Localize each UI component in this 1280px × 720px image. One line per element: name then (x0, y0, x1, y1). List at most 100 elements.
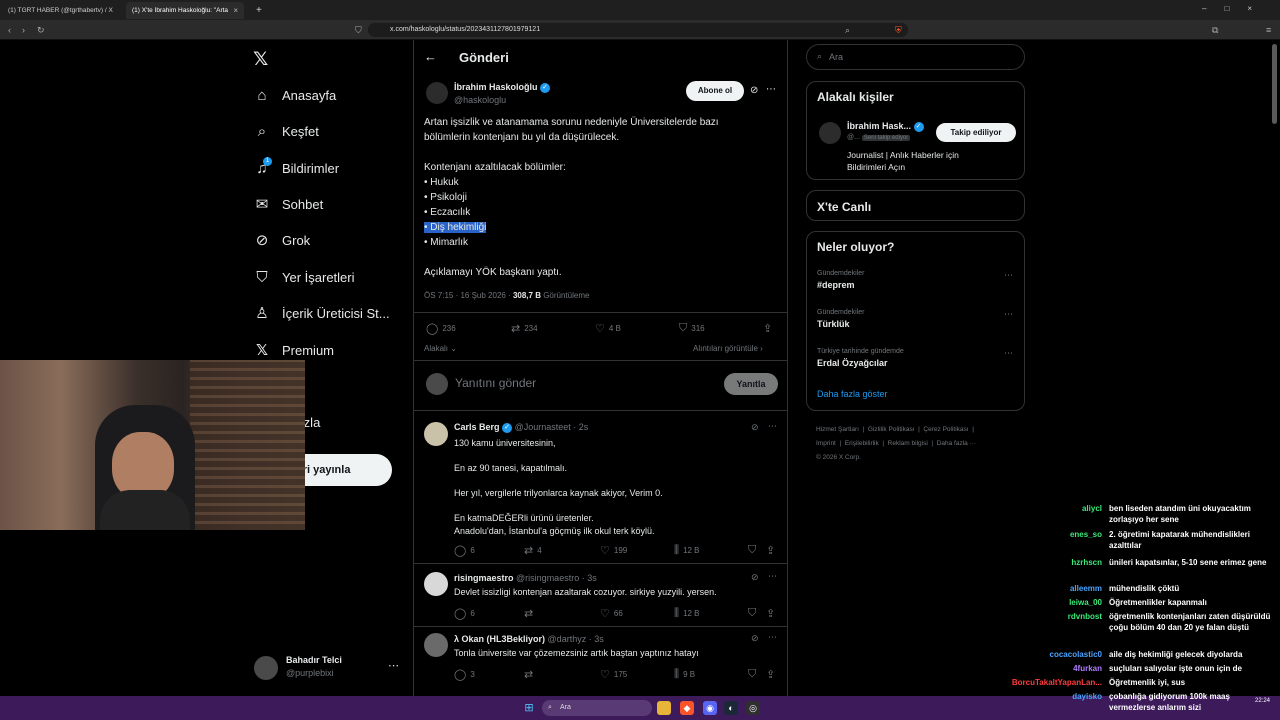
reply-input[interactable]: Yanıtını gönder (455, 376, 675, 390)
reply-more-icon[interactable]: ⋯ (768, 632, 777, 643)
trend-more-icon[interactable]: ⋯ (1004, 270, 1013, 281)
x-logo[interactable]: 𝕏 (253, 48, 268, 71)
repost-action[interactable]: ⇄ 4 (524, 544, 542, 557)
footer-link[interactable]: Erişilebilirlik (845, 440, 879, 447)
minimize-icon[interactable]: – (1202, 4, 1224, 13)
sidebar-item-explore[interactable]: ⌕ Keşfet (252, 119, 319, 143)
like-action[interactable]: ♡ 66 (600, 607, 623, 620)
reply-avatar[interactable] (424, 422, 448, 446)
browser-tab-active[interactable]: (1) X'te İbrahim Haskoloğlu: "Artan..." … (126, 2, 244, 19)
footer-link[interactable]: Gizlilik Politikası (868, 426, 915, 433)
author-avatar[interactable] (426, 82, 448, 104)
x-live-card[interactable]: X'te Canlı (806, 190, 1025, 221)
more-options-icon[interactable]: ⋯ (388, 659, 399, 672)
reply-submit-button[interactable]: Yanıtla (724, 373, 778, 395)
views-action[interactable]: ⫼ 12 B (674, 544, 700, 557)
related-name-row[interactable]: İbrahim Hask... ✓ (847, 121, 924, 132)
reload-icon[interactable]: ↻ (37, 24, 45, 36)
reply-avatar[interactable] (424, 572, 448, 596)
sidebar-item-notifications[interactable]: ♫ 1 Bildirimler (252, 156, 339, 180)
browser-tab[interactable]: (1) TGRT HABER (@tgrthabertv) / X (2, 2, 122, 19)
reply-action[interactable]: ◯ 6 (454, 544, 475, 557)
reply-more-icon[interactable]: ⋯ (768, 421, 777, 432)
post-more-icon[interactable]: ⋯ (766, 84, 776, 95)
share-action[interactable]: ⇪ (766, 607, 779, 620)
close-tab-icon[interactable]: × (233, 6, 238, 15)
taskbar-search[interactable]: ⌕ Ara (542, 700, 652, 716)
discord-icon[interactable]: ◉ (703, 701, 717, 715)
related-avatar[interactable] (819, 122, 841, 144)
shield-icon[interactable]: ⛨ (895, 24, 902, 36)
bookmark-action[interactable]: ⛉ (748, 544, 760, 557)
trend-more-icon[interactable]: ⋯ (1004, 348, 1013, 359)
new-tab-icon[interactable]: + (250, 2, 268, 19)
trend-item[interactable]: Gündemdekiler #deprem ⋯ (817, 270, 1017, 290)
footer-link[interactable]: Reklam bilgisi (888, 440, 928, 447)
following-button[interactable]: Takip ediliyor (936, 123, 1016, 142)
bookmark-page-icon[interactable]: ⛉ (355, 24, 362, 36)
reply-action[interactable]: ◯ 3 (454, 668, 475, 681)
trend-more-icon[interactable]: ⋯ (1004, 309, 1013, 320)
reply-action[interactable]: ◯ 236 (426, 322, 456, 335)
trend-item[interactable]: Gündemdekiler Türklük ⋯ (817, 309, 1017, 329)
grok-explain-icon[interactable]: ⊘ (751, 633, 759, 644)
url-field[interactable]: x.com/haskologlu/status/2023431127801979… (368, 23, 908, 37)
back-arrow-icon[interactable]: ← (424, 49, 437, 64)
repost-action[interactable]: ⇄ (524, 668, 537, 681)
close-window-icon[interactable]: × (1247, 4, 1270, 13)
scrollbar[interactable] (1272, 44, 1277, 124)
maximize-icon[interactable]: □ (1224, 4, 1247, 13)
back-icon[interactable]: ‹ (8, 24, 11, 36)
grok-explain-icon[interactable]: ⊘ (751, 422, 759, 433)
share-action[interactable]: ⇪ (763, 322, 776, 335)
grok-explain-icon[interactable]: ⊘ (750, 85, 758, 96)
footer-link[interactable]: Imprint (816, 440, 836, 447)
repost-action[interactable]: ⇄ (524, 607, 537, 620)
sidebar-item-premium[interactable]: 𝕏 Premium (252, 338, 334, 362)
related-dropdown[interactable]: Alakalı ⌄ (424, 344, 457, 353)
like-action[interactable]: ♡ 175 (600, 668, 627, 681)
forward-icon[interactable]: › (22, 24, 25, 36)
sidebar-item-bookmarks[interactable]: ⛉ Yer İşaretleri (252, 265, 354, 289)
search-input[interactable]: ⌕ Ara (806, 44, 1025, 70)
author-name-row[interactable]: İbrahim Haskoloğlu ✓ (454, 82, 551, 93)
file-explorer-icon[interactable] (657, 701, 671, 715)
footer-link[interactable]: Daha fazla ··· (937, 440, 976, 447)
views-action[interactable]: ⫼ 12 B (674, 607, 700, 620)
sidebar-item-creator-studio[interactable]: ♙ İçerik Üreticisi St... (252, 301, 389, 325)
reply-action[interactable]: ◯ 6 (454, 607, 475, 620)
views-action[interactable]: ⫼ 9 B (674, 668, 695, 681)
share-action[interactable]: ⇪ (766, 668, 779, 681)
grok-explain-icon[interactable]: ⊘ (751, 572, 759, 583)
sidebar-item-home[interactable]: ⌂ Anasayfa (252, 83, 336, 107)
footer-link[interactable]: Hizmet Şartları (816, 426, 859, 433)
obs-icon[interactable]: ◎ (746, 701, 760, 715)
zoom-icon[interactable]: ⌕ (845, 24, 850, 36)
footer-link[interactable]: Çerez Politikası (923, 426, 968, 433)
share-action[interactable]: ⇪ (766, 544, 779, 557)
account-switcher[interactable]: Bahadır Telci @purplebixi ⋯ (286, 655, 406, 683)
reply-item[interactable]: risingmaestro @risingmaestro · 3s ⊘ ⋯ De… (414, 564, 787, 626)
brave-browser-icon[interactable]: ◆ (680, 701, 694, 715)
bookmark-action[interactable]: ⛉ (748, 607, 760, 620)
reply-item[interactable]: λ Okan (HL3Bekliyor) @darthyz · 3s ⊘ ⋯ T… (414, 627, 787, 696)
reply-more-icon[interactable]: ⋯ (768, 571, 777, 582)
repost-action[interactable]: ⇄ 234 (511, 322, 538, 335)
bookmark-action[interactable]: ⛉ 316 (679, 322, 705, 335)
sidebar-item-grok[interactable]: ⊘ Grok (252, 228, 310, 252)
subscribe-button[interactable]: Abone ol (686, 81, 744, 101)
reply-avatar[interactable] (424, 633, 448, 657)
extensions-icon[interactable]: ⧉ (1212, 24, 1218, 36)
show-more-link[interactable]: Daha fazla göster (817, 389, 888, 399)
reply-item[interactable]: Carls Berg ✓ @Journasteet · 2s ⊘ ⋯ 130 k… (414, 411, 787, 563)
steam-icon[interactable]: ◐ (724, 701, 738, 715)
trend-item[interactable]: Türkiye tarihinde gündemde Erdal Özyağcı… (817, 348, 1017, 368)
like-action[interactable]: ♡ 4 B (595, 322, 621, 335)
windows-start-icon[interactable]: ⊞ (522, 701, 536, 715)
bookmark-action[interactable]: ⛉ (748, 668, 760, 681)
account-avatar[interactable] (254, 656, 278, 680)
view-quotes-link[interactable]: Alıntıları görüntüle › (693, 344, 763, 353)
like-action[interactable]: ♡ 199 (600, 544, 627, 557)
menu-icon[interactable]: ≡ (1266, 24, 1271, 36)
sidebar-item-messages[interactable]: ✉ Sohbet (252, 192, 324, 216)
